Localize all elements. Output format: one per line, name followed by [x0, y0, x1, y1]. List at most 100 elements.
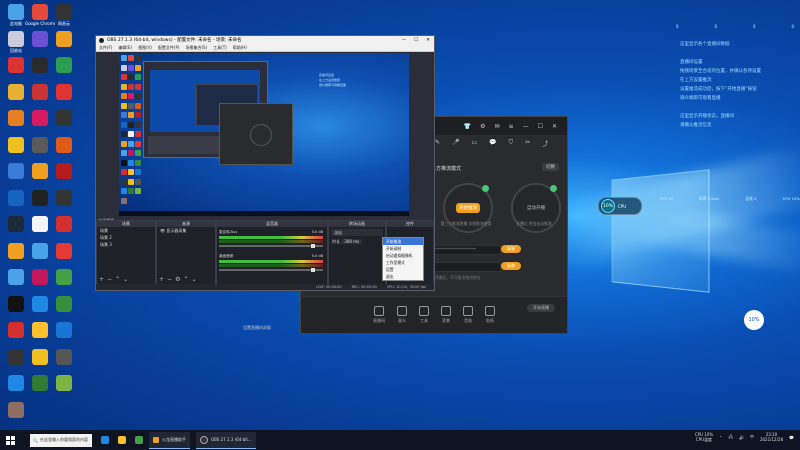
volume-icon[interactable]: 🔊: [739, 435, 744, 440]
remove-icon[interactable]: −: [107, 276, 115, 283]
desktop-shortcut[interactable]: [4, 242, 28, 260]
desktop-shortcut[interactable]: [52, 295, 76, 313]
volume-slider[interactable]: [219, 268, 323, 272]
menu-item-studio-mode[interactable]: 工作室模式: [383, 259, 423, 266]
start-button[interactable]: [0, 430, 20, 450]
shield-icon[interactable]: ⛉: [509, 139, 514, 148]
desktop-shortcut[interactable]: [4, 348, 28, 366]
bottom-item[interactable]: 观众: [397, 306, 407, 324]
down-icon[interactable]: ⌄: [191, 276, 199, 283]
desktop-shortcut[interactable]: [52, 216, 76, 233]
bottom-item[interactable]: 音效: [463, 306, 473, 324]
app-icon[interactable]: [135, 436, 143, 444]
menu-tools[interactable]: 工具(T): [213, 45, 227, 51]
desktop-shortcut[interactable]: [28, 348, 52, 366]
desktop-shortcut[interactable]: [4, 57, 28, 74]
window-icon[interactable]: ▭: [472, 139, 478, 148]
bottom-item[interactable]: 工具: [419, 306, 429, 324]
desktop-shortcut[interactable]: [4, 83, 28, 101]
desktop-shortcut[interactable]: [4, 189, 28, 207]
remove-icon[interactable]: −: [167, 276, 175, 283]
desktop-shortcut[interactable]: [4, 269, 28, 286]
desktop-shortcut[interactable]: [52, 30, 76, 48]
minimize-icon[interactable]: —: [402, 38, 407, 43]
desktop-shortcut[interactable]: [28, 136, 52, 154]
push-key-field[interactable]: [431, 262, 501, 272]
desktop-shortcut[interactable]: [28, 295, 52, 313]
add-icon[interactable]: +: [159, 276, 167, 283]
shirt-icon[interactable]: 👕: [464, 123, 471, 130]
desktop-shortcut[interactable]: [52, 375, 76, 392]
desktop-shortcut[interactable]: [28, 375, 52, 392]
desktop-shortcut[interactable]: [28, 83, 52, 101]
menu-edit[interactable]: 编辑(E): [118, 45, 132, 51]
menu-view[interactable]: 视图(V): [138, 45, 152, 51]
desktop-shortcut[interactable]: [4, 216, 28, 233]
desktop-shortcut[interactable]: [28, 269, 52, 286]
desktop-shortcut[interactable]: [52, 57, 76, 74]
desktop-shortcut[interactable]: [52, 163, 76, 180]
chevron-up-icon[interactable]: ⌃: [719, 435, 722, 440]
desktop-shortcut[interactable]: [28, 30, 52, 48]
desktop-shortcut[interactable]: [4, 295, 28, 313]
add-icon[interactable]: +: [99, 276, 107, 283]
desktop-shortcut[interactable]: [52, 348, 76, 366]
push-url-field[interactable]: *********************: [431, 245, 501, 255]
source-item[interactable]: 👁 显示器采集: [157, 227, 215, 234]
desktop-shortcut[interactable]: 回收站: [4, 30, 28, 53]
menu-scene-collection[interactable]: 场景集合(S): [185, 45, 207, 51]
desktop-shortcut[interactable]: [28, 216, 52, 233]
mic-icon[interactable]: 🎤: [452, 139, 459, 148]
desktop-shortcut[interactable]: [28, 110, 52, 127]
file-explorer-icon[interactable]: [118, 436, 126, 444]
scene-item[interactable]: 场景: [97, 227, 155, 234]
network-icon[interactable]: 🖧: [729, 434, 733, 441]
desktop-shortcut[interactable]: [52, 189, 76, 207]
up-icon[interactable]: ⌃: [115, 276, 123, 283]
cover-setting-link[interactable]: 设置直播间封面: [243, 325, 271, 331]
volume-slider[interactable]: [219, 244, 323, 248]
desktop-shortcut[interactable]: [52, 269, 76, 286]
menu-item-virtual-camera[interactable]: 启动虚拟摄像机: [383, 252, 423, 259]
scene-item[interactable]: 场景 3: [97, 241, 155, 248]
menu-help[interactable]: 帮助(H): [233, 45, 247, 51]
desktop-shortcut[interactable]: [4, 163, 28, 180]
duration-value[interactable]: 300 ms: [341, 239, 363, 244]
close-icon[interactable]: ✕: [552, 123, 557, 130]
taskbar-search-input[interactable]: 🔍 在这里输入你要搜索的内容: [30, 433, 92, 447]
desktop-shortcut[interactable]: [28, 189, 52, 207]
message-icon[interactable]: ✉: [495, 123, 500, 130]
minimize-icon[interactable]: —: [523, 123, 529, 130]
bottom-item[interactable]: 贴纸: [485, 306, 495, 324]
menu-item-start-streaming[interactable]: 开始推流: [383, 238, 423, 245]
menu-icon[interactable]: ≡: [509, 123, 514, 130]
desktop-shortcut[interactable]: [28, 322, 52, 339]
slider-handle[interactable]: [311, 268, 315, 272]
slider-handle[interactable]: [311, 244, 315, 248]
floating-cpu-ball[interactable]: 10%: [744, 310, 764, 330]
notification-icon[interactable]: 💬: [789, 435, 794, 440]
scissors-icon[interactable]: ✂: [525, 139, 530, 148]
bottom-item[interactable]: 直播间: [373, 306, 385, 324]
menu-item-start-recording[interactable]: 开始录制: [383, 245, 423, 252]
copy-url-button[interactable]: 复制: [501, 245, 521, 253]
language-icon[interactable]: 中: [750, 434, 754, 440]
desktop-shortcut[interactable]: [52, 242, 76, 260]
start-live-button[interactable]: 开始直播: [527, 304, 555, 312]
chat-icon[interactable]: 💬: [489, 139, 496, 148]
obs-preview[interactable]: 直播间设置 在上方设置推流 观众端即可观看直播: [119, 53, 409, 216]
menu-profile[interactable]: 配置文件(P): [158, 45, 180, 51]
eye-icon[interactable]: 👁: [160, 228, 165, 233]
settings-icon[interactable]: ⚙: [480, 123, 485, 130]
desktop-shortcut[interactable]: [4, 401, 28, 419]
bottom-item[interactable]: 背景: [441, 306, 451, 324]
desktop-shortcut[interactable]: [4, 136, 28, 154]
down-icon[interactable]: ⌄: [123, 276, 131, 283]
desktop-shortcut[interactable]: [28, 57, 52, 74]
edit-icon[interactable]: ✎: [435, 139, 440, 148]
desktop-shortcut[interactable]: [28, 163, 52, 180]
desktop-shortcut[interactable]: [52, 322, 76, 339]
transition-select[interactable]: 淡出: [331, 229, 383, 236]
task-view-icon[interactable]: [101, 436, 109, 444]
scene-item[interactable]: 场景 2: [97, 234, 155, 241]
